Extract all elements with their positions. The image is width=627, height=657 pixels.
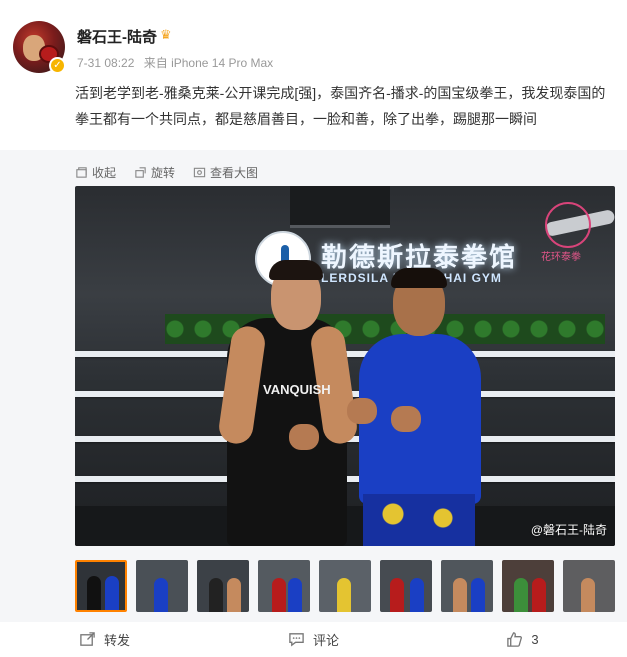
- person-right-fist: [347, 398, 377, 424]
- thumbnail[interactable]: [319, 560, 371, 612]
- person-right-shorts: [363, 494, 475, 546]
- person-left-hair: [269, 260, 323, 280]
- like-count: 3: [531, 632, 539, 647]
- image-gallery: 收起 旋转 查看大图 花环泰拳 勒德斯拉泰拳馆 LERDSILA MUAY TH…: [0, 150, 627, 622]
- brand-logo-text: 花环泰拳: [541, 252, 581, 263]
- thumbnail-figure: [288, 578, 303, 612]
- comment-button[interactable]: 评论: [209, 622, 418, 657]
- thumbnail-figure: [513, 578, 528, 612]
- comment-icon: [289, 633, 304, 647]
- collapse-icon: [76, 166, 87, 178]
- author-name[interactable]: 磐石王-陆奇: [77, 26, 157, 47]
- person-left-arm: [216, 324, 268, 446]
- like-button[interactable]: 3: [418, 622, 627, 657]
- rotate-label: 旋转: [151, 165, 176, 180]
- thumbnail[interactable]: [562, 560, 615, 612]
- thumbnail-figure: [227, 578, 242, 612]
- verified-badge-icon: ✓: [49, 57, 66, 74]
- thumbnail-figure: [390, 578, 404, 612]
- action-bar: 转发 评论 3: [0, 622, 627, 657]
- thumbnail[interactable]: [75, 560, 128, 612]
- vip-crown-icon: ♛: [160, 27, 172, 42]
- post-text: 活到老学到老-雅桑克莱-公开课完成[强]，泰国齐名-播求-的国宝级拳王，我发现泰…: [75, 85, 606, 127]
- thumbnail-figure: [410, 578, 424, 612]
- thumbnail-figure: [105, 576, 119, 610]
- vest-print: VANQUISH: [263, 382, 331, 397]
- main-photo[interactable]: 花环泰拳 勒德斯拉泰拳馆 LERDSILA MUAY THAI GYM VANQ…: [75, 186, 615, 546]
- post-time[interactable]: 7-31 08:22: [77, 56, 134, 70]
- rotate-icon: [135, 166, 146, 178]
- view-large-icon: [193, 167, 206, 177]
- person-right-fist: [391, 406, 421, 432]
- rotate-button[interactable]: 旋转: [134, 163, 175, 181]
- repost-icon: [80, 632, 95, 646]
- thumbnail[interactable]: [197, 560, 250, 612]
- thumbnail-figure: [452, 578, 467, 612]
- thumbnail-figure: [87, 576, 101, 610]
- thumbnail-figure: [580, 578, 595, 612]
- post-meta: 7-31 08:22 来自 iPhone 14 Pro Max: [77, 54, 279, 71]
- repost-button[interactable]: 转发: [0, 622, 209, 657]
- post-source: 来自 iPhone 14 Pro Max: [143, 56, 274, 70]
- thumbnail[interactable]: [258, 560, 311, 612]
- person-right-hair: [391, 268, 447, 288]
- person-left-fist: [289, 424, 319, 450]
- comment-label: 评论: [312, 633, 339, 648]
- thumbnail-strip: [75, 560, 615, 612]
- view-large-label: 查看大图: [210, 165, 259, 180]
- thumbnail-figure: [154, 578, 169, 612]
- thumbnail[interactable]: [440, 560, 493, 612]
- gallery-toolbar: 收起 旋转 查看大图: [75, 163, 258, 181]
- ceiling-fixture: [290, 186, 390, 228]
- thumbnail[interactable]: [501, 560, 554, 612]
- thumbs-up-icon: [507, 632, 523, 647]
- thumbnail-figure: [337, 578, 352, 612]
- thumbnail-figure: [209, 578, 224, 612]
- thumbnail[interactable]: [380, 560, 432, 612]
- repost-label: 转发: [103, 633, 130, 648]
- thumbnail-figure: [531, 578, 546, 612]
- thumbnail[interactable]: [136, 560, 189, 612]
- brand-logo: [545, 202, 591, 248]
- view-large-button[interactable]: 查看大图: [193, 163, 258, 181]
- collapse-label: 收起: [92, 165, 117, 180]
- photo-watermark: @磐石王-陆奇: [530, 523, 607, 537]
- thumbnail-figure: [272, 578, 287, 612]
- thumbnail-figure: [470, 578, 485, 612]
- collapse-button[interactable]: 收起: [75, 163, 116, 181]
- post-header: ✓ 磐石王-陆奇 ♛ 7-31 08:22 来自 iPhone 14 Pro M…: [0, 0, 627, 150]
